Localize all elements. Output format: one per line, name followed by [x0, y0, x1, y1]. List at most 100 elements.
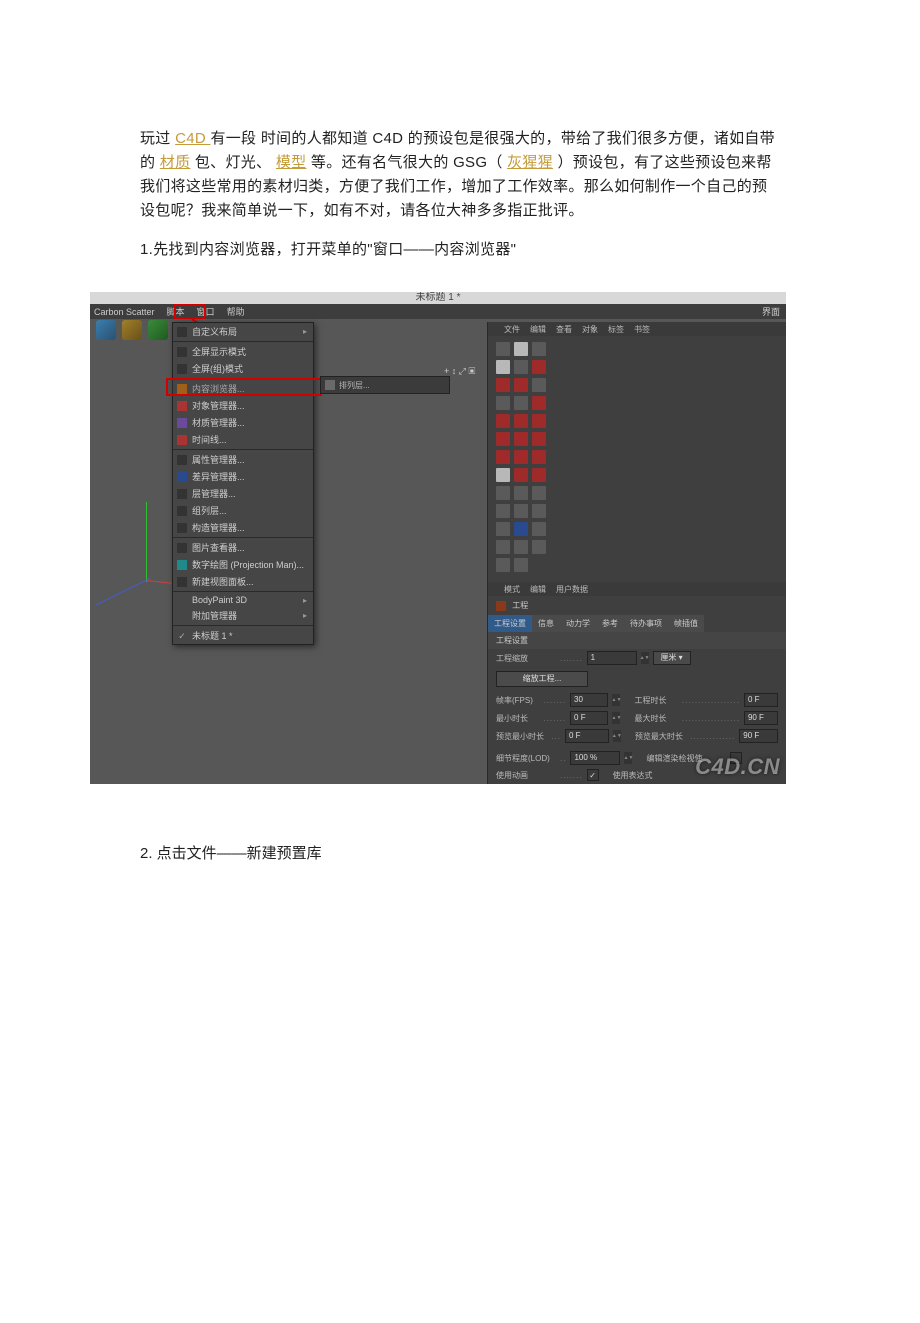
input-fps[interactable]: 30: [570, 693, 608, 707]
checkbox-anim[interactable]: ✓: [587, 769, 599, 781]
tab-todo[interactable]: 待办事项: [624, 615, 668, 632]
viewport-nav-icons[interactable]: + ↕ ⤢ ▣: [444, 366, 475, 377]
attr-menu-mode[interactable]: 模式: [504, 584, 520, 595]
menu-carbon-scatter[interactable]: Carbon Scatter: [94, 307, 155, 317]
obj-icon[interactable]: [496, 450, 510, 464]
attr-tabs: 工程设置 信息 动力学 参考 待办事项 帧插值: [488, 615, 786, 632]
obj-icon[interactable]: [496, 522, 510, 536]
menu-item-projection-man[interactable]: 数字绘图 (Projection Man)...: [173, 556, 313, 573]
obj-icon[interactable]: [496, 396, 510, 410]
menu-item-timeline[interactable]: 时间线...: [173, 431, 313, 448]
menu-item-attribute-manager[interactable]: 属性管理器...: [173, 451, 313, 468]
menu-item-untitled-doc[interactable]: ✓未标题 1 *: [173, 627, 313, 644]
obj-icon[interactable]: [532, 378, 546, 392]
menu-item-structure[interactable]: 构造管理器...: [173, 519, 313, 536]
obj-icon[interactable]: [532, 486, 546, 500]
obj-menu-bookmark[interactable]: 书签: [634, 324, 650, 335]
menu-item-object-manager[interactable]: 对象管理器...: [173, 397, 313, 414]
tab-interp[interactable]: 帧插值: [668, 615, 704, 632]
link-gsg[interactable]: 灰猩猩: [507, 154, 553, 171]
menu-separator: [173, 449, 313, 450]
tab-dynamics[interactable]: 动力学: [560, 615, 596, 632]
stepper-icon[interactable]: ▲▼: [624, 752, 632, 764]
input-min[interactable]: 0 F: [570, 711, 608, 725]
tab-project-settings[interactable]: 工程设置: [488, 615, 532, 632]
menu-item-picture-viewer[interactable]: 图片查看器...: [173, 539, 313, 556]
select-unit[interactable]: 厘米 ▾: [653, 651, 691, 665]
link-material[interactable]: 材质: [160, 154, 191, 171]
obj-icon[interactable]: [532, 468, 546, 482]
menu-item-new-view[interactable]: 新建视图面板...: [173, 573, 313, 590]
obj-icon[interactable]: [514, 558, 528, 572]
stepper-icon[interactable]: ▲▼: [613, 730, 621, 742]
obj-icon[interactable]: [496, 504, 510, 518]
obj-icon[interactable]: [496, 486, 510, 500]
obj-icon[interactable]: [532, 360, 546, 374]
link-model[interactable]: 模型: [276, 154, 307, 171]
obj-icon[interactable]: [514, 360, 528, 374]
obj-icon[interactable]: [514, 450, 528, 464]
obj-icon[interactable]: [514, 468, 528, 482]
layer-bar[interactable]: 排列层...: [320, 376, 450, 394]
obj-icon[interactable]: [532, 342, 546, 356]
attr-menu-user-data[interactable]: 用户数据: [556, 584, 588, 595]
obj-menu-file[interactable]: 文件: [504, 324, 520, 335]
input-lod[interactable]: 100 %: [570, 751, 620, 765]
stepper-icon[interactable]: ▲▼: [641, 652, 649, 664]
tool-green-icon[interactable]: [148, 320, 168, 340]
obj-icon[interactable]: [496, 378, 510, 392]
menu-item-fullscreen-area[interactable]: 全屏(组)模式: [173, 360, 313, 377]
link-c4d[interactable]: C4D: [175, 130, 210, 147]
menu-item-additional[interactable]: 附加管理器: [173, 607, 313, 624]
input-preview-min[interactable]: 0 F: [565, 729, 609, 743]
menu-item-bodypaint[interactable]: BodyPaint 3D: [173, 593, 313, 607]
menu-item-xref-manager[interactable]: 差异管理器...: [173, 468, 313, 485]
obj-icon[interactable]: [532, 432, 546, 446]
tool-cube-icon[interactable]: [96, 320, 116, 340]
input-scale[interactable]: 1: [587, 651, 637, 665]
obj-icon[interactable]: [514, 540, 528, 554]
obj-icon[interactable]: [532, 414, 546, 428]
obj-icon[interactable]: [532, 396, 546, 410]
stepper-icon[interactable]: ▲▼: [612, 694, 620, 706]
attr-menu-edit[interactable]: 编辑: [530, 584, 546, 595]
button-scale-project[interactable]: 缩放工程...: [496, 671, 588, 687]
menu-item-fullscreen-mode[interactable]: 全屏显示模式: [173, 343, 313, 360]
tool-gold-icon[interactable]: [122, 320, 142, 340]
menu-item-groups[interactable]: 组列层...: [173, 502, 313, 519]
obj-icon[interactable]: [532, 450, 546, 464]
input-max[interactable]: 90 F: [744, 711, 778, 725]
obj-icon[interactable]: [496, 432, 510, 446]
obj-icon[interactable]: [532, 522, 546, 536]
obj-menu-view[interactable]: 查看: [556, 324, 572, 335]
menu-item-layer-manager[interactable]: 层管理器...: [173, 485, 313, 502]
tab-reference[interactable]: 参考: [596, 615, 624, 632]
input-duration[interactable]: 0 F: [744, 693, 778, 707]
obj-menu-object[interactable]: 对象: [582, 324, 598, 335]
obj-icon[interactable]: [496, 558, 510, 572]
obj-menu-edit[interactable]: 编辑: [530, 324, 546, 335]
obj-icon[interactable]: [514, 432, 528, 446]
menu-item-custom-layout[interactable]: 自定义布局: [173, 323, 313, 340]
obj-icon[interactable]: [514, 342, 528, 356]
obj-menu-tag[interactable]: 标签: [608, 324, 624, 335]
obj-icon[interactable]: [532, 504, 546, 518]
obj-icon[interactable]: [496, 468, 510, 482]
obj-icon[interactable]: [496, 540, 510, 554]
menu-help[interactable]: 帮助: [227, 305, 245, 318]
obj-icon[interactable]: [514, 522, 528, 536]
obj-icon[interactable]: [514, 378, 528, 392]
obj-icon[interactable]: [514, 486, 528, 500]
stepper-icon[interactable]: ▲▼: [612, 712, 620, 724]
obj-icon[interactable]: [514, 504, 528, 518]
obj-icon[interactable]: [514, 396, 528, 410]
input-preview-max[interactable]: 90 F: [739, 729, 778, 743]
row-preview-min: 预览最小时长 ... 0 F ▲▼ 预览最大时长 .............. …: [488, 727, 786, 745]
tab-info[interactable]: 信息: [532, 615, 560, 632]
obj-icon[interactable]: [496, 360, 510, 374]
obj-icon[interactable]: [532, 540, 546, 554]
obj-icon[interactable]: [514, 414, 528, 428]
obj-icon[interactable]: [496, 342, 510, 356]
menu-item-material-manager[interactable]: 材质管理器...: [173, 414, 313, 431]
obj-icon[interactable]: [496, 414, 510, 428]
